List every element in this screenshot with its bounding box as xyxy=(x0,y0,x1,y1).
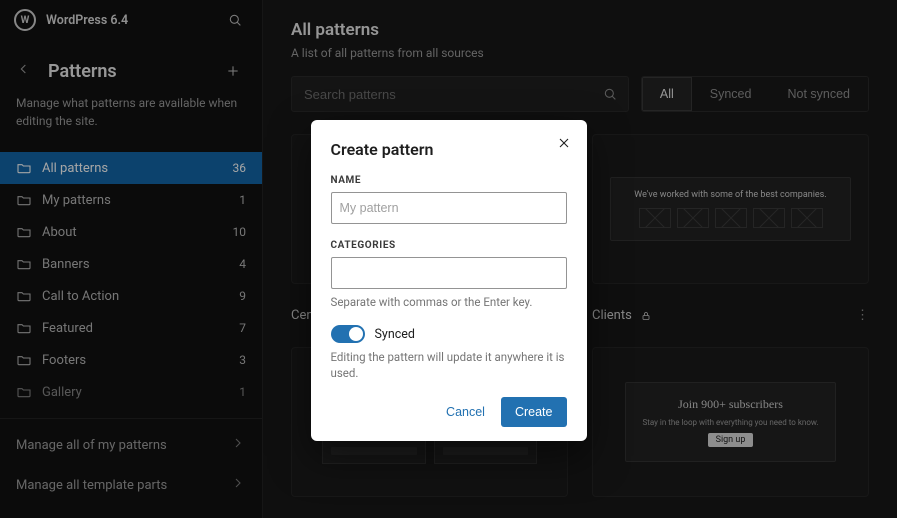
categories-label: CATEGORIES xyxy=(331,240,567,251)
synced-toggle[interactable] xyxy=(331,325,365,343)
close-button[interactable] xyxy=(551,130,577,156)
pattern-name-input[interactable] xyxy=(331,192,567,224)
create-button[interactable]: Create xyxy=(501,397,567,427)
synced-help: Editing the pattern will update it anywh… xyxy=(331,349,567,381)
dialog-actions: Cancel Create xyxy=(331,397,567,427)
name-label: NAME xyxy=(331,175,567,186)
categories-hint: Separate with commas or the Enter key. xyxy=(331,295,567,309)
close-icon xyxy=(556,135,572,151)
cancel-button[interactable]: Cancel xyxy=(440,397,491,427)
app-root: W WordPress 6.4 Patterns Manage what pat… xyxy=(0,0,897,518)
synced-label: Synced xyxy=(375,327,415,342)
create-pattern-dialog: Create pattern NAME CATEGORIES Separate … xyxy=(311,120,587,441)
dialog-title: Create pattern xyxy=(331,140,567,159)
synced-row: Synced xyxy=(331,325,567,343)
pattern-categories-input[interactable] xyxy=(331,257,567,289)
